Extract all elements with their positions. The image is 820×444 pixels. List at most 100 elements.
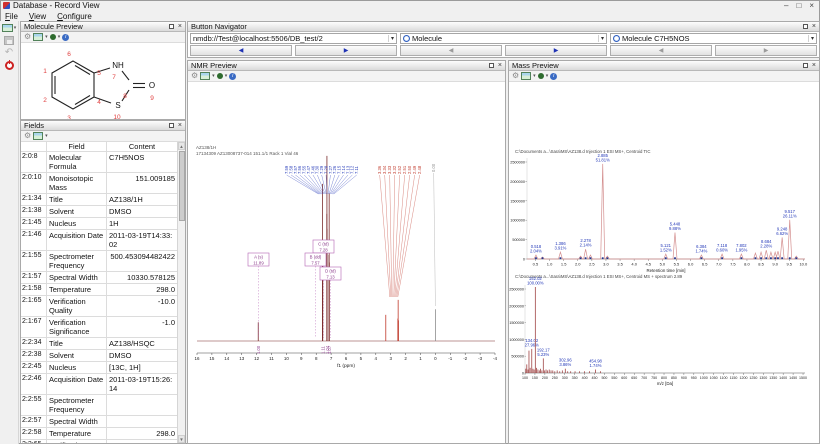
scrollbar[interactable]: ▲ ▼ [177, 142, 185, 443]
chevron-down-icon[interactable]: ▾ [388, 35, 394, 42]
chevron-down-icon[interactable]: ▾ [598, 35, 604, 42]
fields-table-row[interactable]: 2:1:38SolventDMSO [21, 206, 177, 218]
svg-text:16: 16 [194, 356, 200, 361]
navigator-combo[interactable]: nmdb://Test@localhost:5506/DB_test/2▾ [190, 33, 397, 44]
next-molecule-button[interactable]: ▶ [505, 45, 607, 56]
prev-item-button[interactable]: ◀ [610, 45, 712, 56]
close-database-button[interactable] [5, 61, 14, 70]
next-item-button[interactable]: ▶ [715, 45, 817, 56]
gear-icon[interactable]: ⚙ [512, 72, 519, 80]
fields-table-row[interactable]: 2:1:34TitleAZ138/1H [21, 194, 177, 206]
info-icon[interactable]: i [62, 34, 69, 41]
view-mode-icon[interactable] [521, 72, 531, 80]
molecule-canvas[interactable]: NHSO12345678910 [21, 43, 185, 119]
fields-table-row[interactable]: 2:2:38SolventDMSO [21, 350, 177, 362]
float-panel-icon[interactable] [169, 24, 174, 29]
minimize-button[interactable]: – [784, 1, 788, 10]
panel-header[interactable]: NMR Preview × [188, 61, 505, 71]
fields-table-row[interactable]: 2:2:55Spectrometer Frequency [21, 395, 177, 416]
float-panel-icon[interactable] [489, 63, 494, 68]
chevron-down-icon[interactable]: ▾ [546, 74, 549, 79]
save-button[interactable] [4, 36, 14, 45]
close-icon[interactable]: × [812, 62, 816, 69]
display-options-icon[interactable] [217, 73, 223, 79]
close-icon[interactable]: × [498, 62, 502, 69]
maximize-button[interactable]: □ [796, 1, 801, 10]
svg-text:100.00%: 100.00% [527, 281, 544, 286]
fields-table-row[interactable]: 2:2:34TitleAZ138/HSQC [21, 338, 177, 350]
chevron-down-icon[interactable]: ▾ [808, 35, 814, 42]
panel-header[interactable]: Mass Preview × [509, 61, 819, 71]
fields-table-row[interactable]: 2:0:10Monoisotopic Mass151.009185 [21, 173, 177, 194]
view-mode-icon[interactable] [33, 33, 43, 41]
svg-text:1500: 1500 [799, 376, 807, 380]
display-options-icon[interactable] [50, 34, 56, 40]
navigator-combo[interactable]: Molecule C7H5NOS▾ [610, 33, 817, 44]
close-icon[interactable]: × [812, 23, 816, 30]
close-button[interactable]: × [809, 1, 814, 10]
menu-configure[interactable]: Configure [57, 12, 92, 21]
chevron-down-icon[interactable]: ▾ [45, 35, 48, 40]
column-header-field[interactable]: Field [47, 142, 107, 151]
scrollbar-thumb[interactable] [179, 151, 185, 221]
nmr-spectrum[interactable]: AZ138/1H17134309 AZ13008737-014 151.1/1 … [188, 82, 505, 443]
float-panel-icon[interactable] [803, 63, 808, 68]
svg-text:700: 700 [641, 376, 647, 380]
fields-table-row[interactable]: 2:2:46Acquisition Date2011-03-19T15:26:1… [21, 374, 177, 395]
svg-text:1100: 1100 [720, 376, 728, 380]
column-header-content[interactable]: Content [107, 142, 177, 151]
molecule-preview-panel: Molecule Preview × ⚙ ▾ ▾ i [20, 21, 186, 120]
gear-icon[interactable]: ⚙ [191, 72, 198, 80]
panel-header[interactable]: Fields × [21, 121, 185, 131]
power-icon [5, 61, 14, 70]
svg-text:2.04%: 2.04% [530, 249, 542, 254]
chevron-down-icon[interactable]: ▾ [45, 134, 48, 139]
fields-table-row[interactable]: 2:2:65Verification Quality-10.0 [21, 440, 177, 443]
record-view-mode-button[interactable]: ▾ [2, 24, 17, 32]
fields-table-row[interactable]: 2:0:8Molecular FormulaC7H5NOS [21, 152, 177, 173]
next-record-button[interactable]: ▶ [295, 45, 397, 56]
close-icon[interactable]: × [178, 23, 182, 30]
fields-table-row[interactable]: 2:1:55Spectrometer Frequency500.45309448… [21, 251, 177, 272]
info-icon[interactable]: i [229, 73, 236, 80]
fields-table-row[interactable]: 2:1:65Verification Quality-10.0 [21, 296, 177, 317]
info-icon[interactable]: i [550, 73, 557, 80]
view-mode-icon[interactable] [33, 132, 43, 140]
panel-header[interactable]: Button Navigator × [188, 22, 819, 32]
prev-molecule-button[interactable]: ◀ [400, 45, 502, 56]
menu-view[interactable]: View [29, 12, 46, 21]
fields-table-row[interactable]: 2:1:57Spectral Width10330.578125 [21, 272, 177, 284]
panel-header[interactable]: Molecule Preview × [21, 22, 185, 32]
chevron-down-icon[interactable]: ▾ [533, 74, 536, 79]
svg-text:1250: 1250 [749, 376, 757, 380]
scroll-down-icon[interactable]: ▼ [178, 435, 185, 443]
fields-table-row[interactable]: 2:1:45Nucleus1H [21, 218, 177, 230]
fields-table-row[interactable]: 2:1:46Acquisition Date2011-03-19T14:33:0… [21, 230, 177, 251]
gear-icon[interactable]: ⚙ [24, 33, 31, 41]
fields-table-row[interactable]: 2:1:58Temperature298.0 [21, 284, 177, 296]
chevron-down-icon[interactable]: ▾ [225, 74, 228, 79]
svg-text:7.5: 7.5 [730, 262, 736, 267]
chevron-down-icon[interactable]: ▾ [58, 35, 61, 40]
svg-text:4: 4 [97, 99, 101, 106]
fields-table-row[interactable]: 2:2:45Nucleus[13C, 1H] [21, 362, 177, 374]
scroll-up-icon[interactable]: ▲ [178, 142, 185, 150]
close-icon[interactable]: × [178, 122, 182, 129]
svg-text:400: 400 [582, 376, 588, 380]
svg-text:1200: 1200 [739, 376, 747, 380]
float-panel-icon[interactable] [803, 24, 808, 29]
revert-button[interactable]: ↶ [5, 49, 13, 57]
mass-spectra[interactable]: C:\Documents a...\Sara\MS\AZ138.d Inject… [509, 82, 819, 443]
fields-table-row[interactable]: 2:1:67Verification Significance-1.0 [21, 317, 177, 338]
chevron-down-icon[interactable]: ▾ [212, 74, 215, 79]
prev-record-button[interactable]: ◀ [190, 45, 292, 56]
fields-table-row[interactable]: 2:2:57Spectral Width [21, 416, 177, 428]
float-panel-icon[interactable] [169, 123, 174, 128]
menu-file[interactable]: File [5, 12, 18, 21]
gear-icon[interactable]: ⚙ [24, 132, 31, 140]
view-mode-icon[interactable] [200, 72, 210, 80]
display-options-icon[interactable] [538, 73, 544, 79]
fields-table-row[interactable]: 2:2:58Temperature298.0 [21, 428, 177, 440]
svg-text:1: 1 [43, 68, 47, 75]
navigator-combo[interactable]: Molecule▾ [400, 33, 607, 44]
